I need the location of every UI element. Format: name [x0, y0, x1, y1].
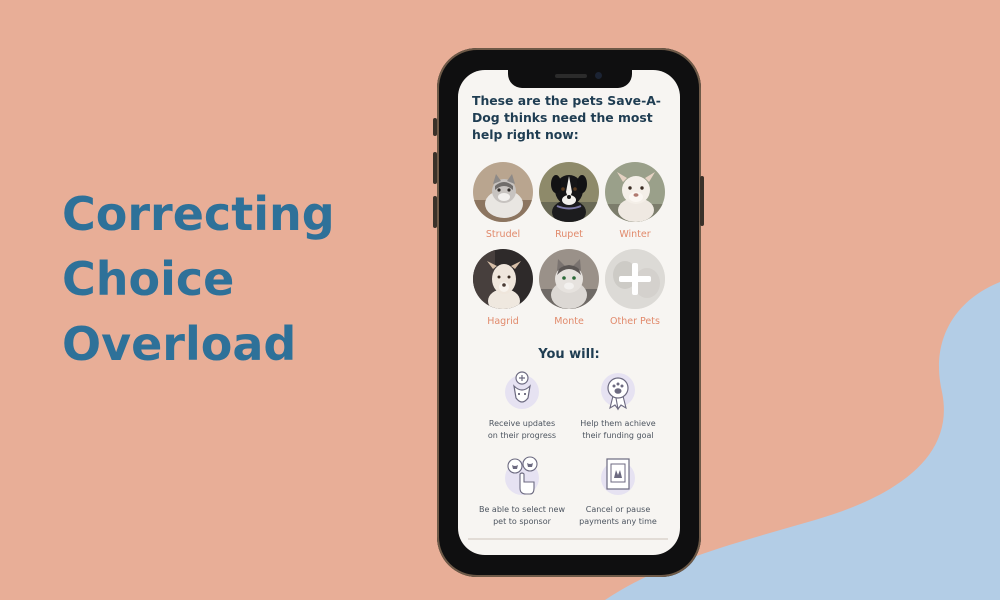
cat-photo [473, 162, 533, 222]
benefit-text: Be able to select new pet to sponsor [478, 505, 566, 526]
dog-photo [473, 249, 533, 309]
select-pet-icon [500, 454, 544, 498]
phone-side-button [433, 118, 437, 136]
cat-photo [539, 249, 599, 309]
pet-grid: Strudel Rupet Winter Hagrid Monte Other … [466, 162, 672, 338]
other-pets-button [605, 249, 665, 309]
dog-photo [605, 162, 665, 222]
phone-screen: These are the pets Save-A-Dog thinks nee… [458, 70, 680, 555]
phone-camera [595, 72, 602, 79]
pet-name: Monte [554, 316, 584, 327]
pet-name: Hagrid [487, 316, 519, 327]
dog-update-icon [500, 368, 544, 412]
phone-volume-down-button [433, 196, 437, 228]
pet-name: Winter [619, 229, 651, 240]
pet-card-hagrid[interactable]: Hagrid [468, 249, 538, 327]
phone-volume-up-button [433, 152, 437, 184]
dog-photo [539, 162, 599, 222]
headline-line-2: Choice [62, 252, 235, 306]
paw-medal-icon [596, 368, 640, 412]
benefit-text: Cancel or pause payments any time [579, 505, 657, 526]
headline: Correcting Choice Overload [62, 182, 335, 377]
phone-notch [508, 68, 632, 88]
pet-name: Other Pets [610, 316, 660, 327]
pet-card-strudel[interactable]: Strudel [468, 162, 538, 240]
benefit-cancel: Cancel or pause payments any time [568, 454, 668, 528]
screen-bottom-divider [468, 538, 668, 540]
pet-card-other-pets[interactable]: Other Pets [600, 249, 670, 327]
pet-card-rupet[interactable]: Rupet [534, 162, 604, 240]
benefit-updates: Receive updates on their progress [472, 368, 572, 442]
frame-icon [596, 454, 640, 498]
phone-speaker [555, 74, 587, 78]
pet-card-winter[interactable]: Winter [600, 162, 670, 240]
headline-line-1: Correcting [62, 187, 335, 241]
pet-name: Rupet [555, 229, 583, 240]
benefit-funding: Help them achieve their funding goal [568, 368, 668, 442]
benefit-select: Be able to select new pet to sponsor [472, 454, 572, 528]
benefit-text: Receive updates on their progress [487, 419, 557, 440]
you-will-heading: You will: [538, 347, 600, 362]
pet-card-monte[interactable]: Monte [534, 249, 604, 327]
benefit-text: Help them achieve their funding goal [580, 419, 656, 440]
phone-power-button [700, 176, 704, 226]
intro-text: These are the pets Save-A-Dog thinks nee… [472, 93, 661, 142]
headline-line-3: Overload [62, 317, 297, 371]
pet-name: Strudel [485, 229, 521, 240]
